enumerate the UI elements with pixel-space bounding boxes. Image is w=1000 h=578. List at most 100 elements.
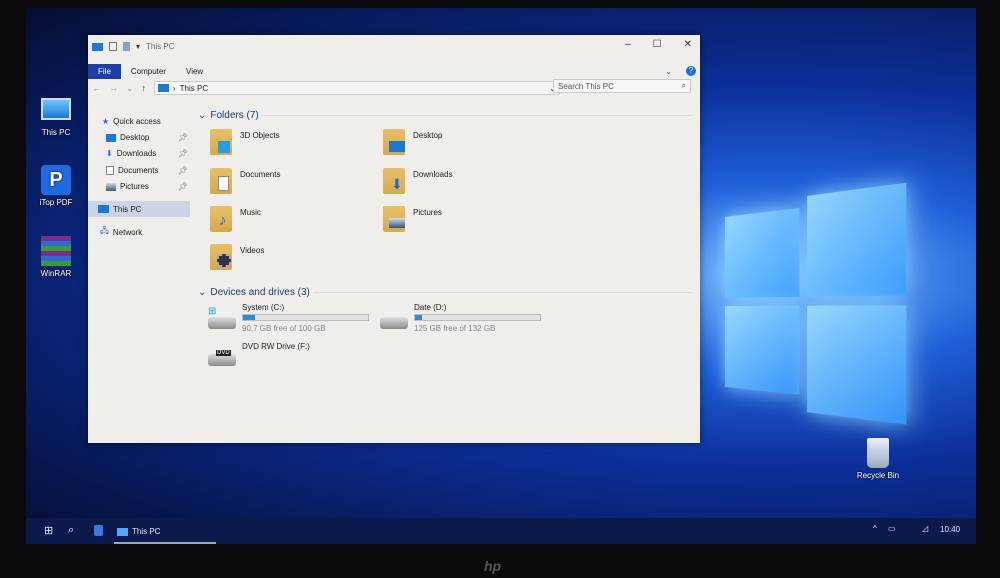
battery-icon[interactable]: ▭ xyxy=(888,524,896,533)
tab-computer[interactable]: Computer xyxy=(121,64,176,79)
desktop-icon-winrar[interactable]: WinRAR xyxy=(26,236,86,278)
help-icon[interactable]: ? xyxy=(686,66,696,76)
download-icon: ⬇ xyxy=(106,149,113,158)
search-input[interactable]: Search This PC ⌕ xyxy=(553,79,691,93)
customize-quick-access-icon[interactable]: ▾ xyxy=(136,42,140,51)
search-icon: ⌕ xyxy=(681,81,686,90)
drive-name: System (C:) xyxy=(242,303,285,312)
drive-usage-bar xyxy=(242,314,369,321)
minimize-button[interactable]: – xyxy=(625,39,631,50)
search-icon[interactable]: ⌕ xyxy=(68,524,74,537)
drive-name: DVD RW Drive (F:) xyxy=(242,342,310,351)
ribbon-tabs: File Computer View ⌄ ? xyxy=(88,64,700,79)
desktop-icon-label: WinRAR xyxy=(40,269,72,278)
section-title: Folders (7) xyxy=(210,110,259,121)
new-folder-icon[interactable] xyxy=(123,42,130,51)
drive-c[interactable]: ⊞ System (C:) 90,7 GB free of 100 GB xyxy=(206,303,376,335)
collapse-chevron-icon: ⌄ xyxy=(198,110,207,121)
desktop-icon-itop-pdf[interactable]: P iTop PDF xyxy=(26,165,86,207)
windows-logo-wallpaper xyxy=(716,156,917,460)
itop-pdf-taskbar-icon[interactable] xyxy=(94,525,103,536)
show-hidden-icons-button[interactable]: ^ xyxy=(873,524,877,533)
computer-icon xyxy=(158,84,169,92)
videos-folder-icon xyxy=(210,244,232,270)
forward-button[interactable]: → xyxy=(109,83,118,94)
desktop-icon-label: This PC xyxy=(41,128,71,137)
nav-label: Desktop xyxy=(120,133,150,142)
nav-network[interactable]: 🖧︎ Network xyxy=(100,225,142,239)
expand-ribbon-icon[interactable]: ⌄ xyxy=(655,64,682,79)
drive-f[interactable]: DVD DVD RW Drive (F:) xyxy=(206,340,376,370)
drive-usage-bar xyxy=(414,314,541,321)
nav-this-pc[interactable]: This PC xyxy=(88,201,190,217)
nav-downloads[interactable]: ⬇ Downloads 📌︎ xyxy=(106,149,188,158)
drives-section-header[interactable]: ⌄ Devices and drives (3) xyxy=(198,287,693,298)
file-explorer-window: ▾ This PC – ☐ ✕ File Computer View ⌄ ? ←… xyxy=(88,35,700,443)
nav-label: Downloads xyxy=(116,149,157,158)
desktop-icon xyxy=(106,133,116,142)
computer-icon xyxy=(117,527,128,536)
3d-objects-folder-icon xyxy=(210,129,232,155)
clock[interactable]: 10:40 xyxy=(940,525,960,534)
folder-label: Downloads xyxy=(413,170,453,179)
archive-icon xyxy=(41,236,71,266)
maximize-button[interactable]: ☐ xyxy=(653,39,662,50)
desktop-folder-icon xyxy=(383,129,405,155)
computer-icon xyxy=(41,98,71,120)
window-title: This PC xyxy=(146,42,175,51)
desktop-icon-label: iTop PDF xyxy=(39,198,73,207)
drive-free-space: 125 GB free of 132 GB xyxy=(414,324,496,333)
document-icon xyxy=(106,166,114,175)
star-icon: ★ xyxy=(102,117,110,126)
folder-label: Music xyxy=(240,208,261,217)
taskbar-item-this-pc[interactable]: This PC xyxy=(114,521,216,544)
wifi-icon[interactable]: ◿ xyxy=(922,524,928,533)
back-button[interactable]: ← xyxy=(92,83,101,94)
pin-icon: 📌︎ xyxy=(177,149,188,158)
recycle-bin-icon xyxy=(867,438,889,468)
folders-section-header[interactable]: ⌄ Folders (7) xyxy=(198,110,693,121)
music-folder-icon: ♪ xyxy=(210,206,232,232)
drive-d[interactable]: Date (D:) 125 GB free of 132 GB xyxy=(378,303,548,335)
tab-view[interactable]: View xyxy=(176,64,213,79)
documents-folder-icon xyxy=(210,168,232,194)
nav-pictures[interactable]: Pictures 📌︎ xyxy=(106,182,188,191)
nav-desktop[interactable]: Desktop 📌︎ xyxy=(106,133,188,142)
hp-logo: hp xyxy=(484,558,502,574)
nav-label: Documents xyxy=(118,166,159,175)
recent-locations-icon[interactable]: ⌄ xyxy=(126,83,134,94)
desktop-icon-this-pc[interactable]: This PC xyxy=(26,98,86,137)
network-icon: 🖧︎ xyxy=(100,226,109,235)
desktop-icon-label: Recycle Bin xyxy=(856,471,900,480)
pdf-app-icon: P xyxy=(41,165,71,195)
folder-label: Pictures xyxy=(413,208,442,217)
desktop-icon-recycle-bin[interactable]: Recycle Bin xyxy=(848,438,908,480)
start-button[interactable]: ⊞ xyxy=(44,524,53,537)
hard-drive-icon xyxy=(380,317,408,329)
picture-icon xyxy=(106,182,116,191)
nav-quick-access[interactable]: ★ Quick access xyxy=(102,117,161,126)
up-button[interactable]: ↑ xyxy=(142,83,147,94)
pin-icon: 📌︎ xyxy=(177,182,188,191)
nav-documents[interactable]: Documents 📌︎ xyxy=(106,166,188,175)
taskbar: ⊞ ⌕ This PC ^ ▭ ◿ 10:40 xyxy=(26,518,976,544)
downloads-folder-icon: ⬇ xyxy=(383,168,405,194)
section-title: Devices and drives (3) xyxy=(210,287,310,298)
nav-label: Network xyxy=(112,227,143,237)
tab-file[interactable]: File xyxy=(88,64,121,79)
nav-label: This PC xyxy=(113,204,142,214)
title-bar: ▾ This PC xyxy=(92,42,174,51)
desktop: This PC P iTop PDF WinRAR Recycle Bin ▾ … xyxy=(26,8,976,544)
nav-label: Quick access xyxy=(113,117,161,126)
breadcrumb-this-pc[interactable]: This PC xyxy=(180,84,208,93)
collapse-chevron-icon: ⌄ xyxy=(198,287,207,298)
pictures-folder-icon xyxy=(383,206,405,232)
address-bar[interactable]: › This PC ⌄ xyxy=(154,81,560,95)
hard-drive-icon xyxy=(208,317,236,329)
taskbar-item-label: This PC xyxy=(132,527,161,536)
close-button[interactable]: ✕ xyxy=(684,39,692,50)
computer-icon xyxy=(92,42,103,51)
search-placeholder: Search This PC xyxy=(558,81,614,91)
drive-name: Date (D:) xyxy=(414,303,447,312)
properties-icon[interactable] xyxy=(109,42,117,51)
